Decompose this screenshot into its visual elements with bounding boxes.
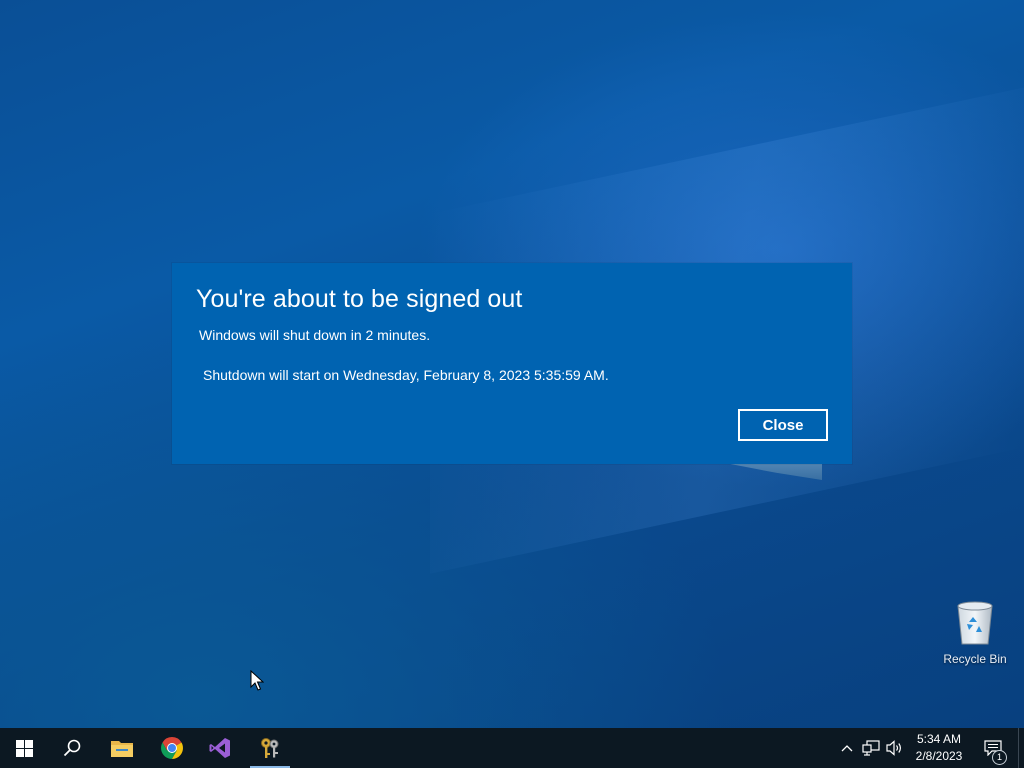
clock-date: 2/8/2023 — [915, 749, 963, 763]
keys-icon — [261, 738, 279, 758]
signout-dialog: You're about to be signed out Windows wi… — [172, 263, 852, 464]
folder-icon — [111, 741, 133, 757]
network-icon — [862, 740, 880, 756]
start-button[interactable] — [0, 728, 48, 768]
dialog-detail: Shutdown will start on Wednesday, Februa… — [203, 367, 609, 383]
recycle-bin-icon — [957, 601, 993, 645]
volume-tray-button[interactable] — [884, 728, 906, 768]
network-tray-button[interactable] — [860, 728, 882, 768]
taskbar-keys-app[interactable] — [246, 728, 294, 768]
chrome-icon — [161, 737, 183, 759]
windows-logo-icon — [15, 739, 33, 757]
search-icon — [63, 739, 81, 757]
chevron-up-icon — [841, 745, 853, 752]
notification-count-badge: 1 — [992, 750, 1007, 765]
recycle-bin-label: Recycle Bin — [943, 652, 1007, 666]
close-button[interactable]: Close — [738, 409, 828, 441]
action-center-button[interactable]: 1 — [980, 728, 1007, 768]
dialog-title: You're about to be signed out — [196, 285, 523, 313]
show-hidden-icons-button[interactable] — [838, 728, 856, 768]
search-button[interactable] — [48, 728, 96, 768]
desktop-icon-recycle-bin[interactable]: Recycle Bin — [940, 600, 1010, 666]
taskbar-file-explorer[interactable] — [98, 728, 146, 768]
taskbar-chrome[interactable] — [148, 728, 196, 768]
show-desktop-button[interactable] — [1018, 728, 1024, 768]
taskbar: 5:34 AM 2/8/2023 1 — [0, 728, 1024, 768]
taskbar-visual-studio[interactable] — [196, 728, 244, 768]
desktop: You're about to be signed out Windows wi… — [0, 0, 1024, 768]
dialog-message: Windows will shut down in 2 minutes. — [199, 327, 431, 343]
mouse-cursor-icon — [250, 670, 264, 691]
visual-studio-icon — [209, 738, 230, 758]
clock-time: 5:34 AM — [916, 732, 962, 746]
speaker-icon — [886, 740, 901, 756]
taskbar-clock[interactable]: 5:34 AM 2/8/2023 — [906, 731, 972, 765]
